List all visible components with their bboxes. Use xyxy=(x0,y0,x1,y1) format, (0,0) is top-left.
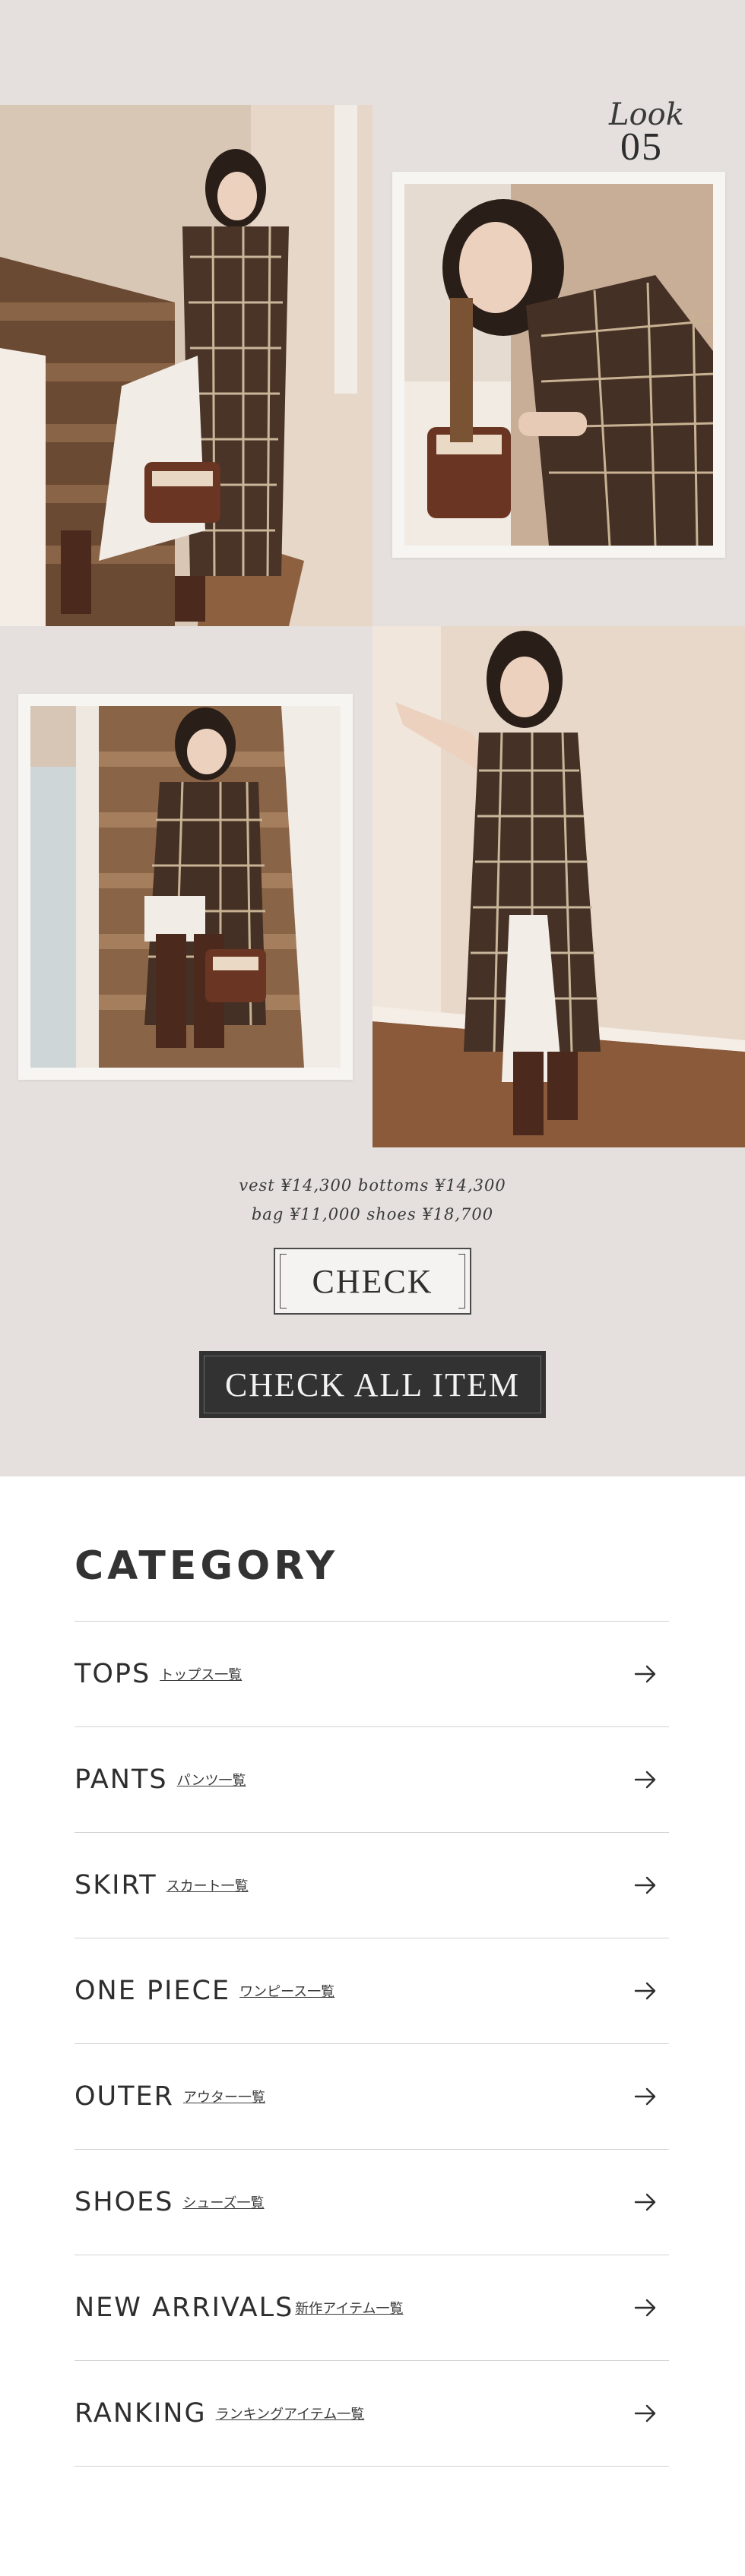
category-sub-link[interactable]: パンツ一覧 xyxy=(177,1770,246,1790)
category-item-skirt[interactable]: SKIRT スカート一覧 xyxy=(74,1833,669,1938)
arrow-right-icon xyxy=(634,2299,656,2317)
category-item-one-piece[interactable]: ONE PIECE ワンピース一覧 xyxy=(74,1938,669,2044)
category-item-shoes[interactable]: SHOES シューズ一覧 xyxy=(74,2150,669,2255)
category-sub-link[interactable]: アウター一覧 xyxy=(183,2087,265,2106)
category-title: CATEGORY xyxy=(74,1543,339,1589)
check-all-item-label: CHECK ALL ITEM xyxy=(224,1366,521,1404)
category-sub-link[interactable]: ランキングアイテム一覧 xyxy=(216,2404,365,2423)
arrow-right-icon xyxy=(634,1876,656,1894)
look-photo-framed-sitting xyxy=(18,694,353,1080)
arrow-right-icon xyxy=(634,1982,656,2000)
look-badge: Look 05 xyxy=(602,97,686,169)
arrow-right-icon xyxy=(634,2087,656,2106)
look-section: Look 05 vest ¥14,300 bottoms ¥14,300 bag… xyxy=(0,0,745,1476)
look-photo-wall-leaning xyxy=(372,626,745,1147)
category-name: RANKING xyxy=(74,2398,207,2429)
arrow-right-icon xyxy=(634,1665,656,1683)
category-name: OUTER xyxy=(74,2081,174,2112)
category-sub-link[interactable]: 新作アイテム一覧 xyxy=(295,2298,403,2318)
look-photo-stairs-standing xyxy=(0,105,372,626)
category-sub-link[interactable]: シューズ一覧 xyxy=(182,2192,264,2212)
check-button-label: CHECK xyxy=(312,1262,433,1300)
price-credits-line-1: vest ¥14,300 bottoms ¥14,300 xyxy=(239,1176,506,1195)
arrow-right-icon xyxy=(634,1771,656,1789)
category-item-tops[interactable]: TOPS トップス一覧 xyxy=(74,1622,669,1727)
category-name: SHOES xyxy=(74,2187,174,2217)
category-item-outer[interactable]: OUTER アウター一覧 xyxy=(74,2044,669,2150)
check-all-item-button[interactable]: CHECK ALL ITEM xyxy=(199,1351,546,1418)
category-sub-link[interactable]: ワンピース一覧 xyxy=(239,1981,334,2001)
category-item-new-arrivals[interactable]: NEW ARRIVALS 新作アイテム一覧 xyxy=(74,2255,669,2361)
category-name: SKIRT xyxy=(74,1870,157,1900)
category-name: ONE PIECE xyxy=(74,1976,231,2006)
category-name: NEW ARRIVALS xyxy=(74,2293,294,2323)
category-name: PANTS xyxy=(74,1764,168,1795)
category-name: TOPS xyxy=(74,1659,151,1689)
category-sub-link[interactable]: トップス一覧 xyxy=(160,1664,242,1684)
category-item-ranking[interactable]: RANKING ランキングアイテム一覧 xyxy=(74,2361,669,2467)
arrow-right-icon xyxy=(634,2193,656,2211)
price-credits-line-2: bag ¥11,000 shoes ¥18,700 xyxy=(251,1205,494,1223)
arrow-right-icon xyxy=(634,2404,656,2423)
category-list: TOPS トップス一覧 PANTS パンツ一覧 SKIRT スカート一覧 ONE… xyxy=(74,1621,669,2467)
look-number: 05 xyxy=(620,125,663,169)
category-section: CATEGORY TOPS トップス一覧 PANTS パンツ一覧 SKIRT ス… xyxy=(0,1476,745,2576)
check-button[interactable]: CHECK xyxy=(274,1248,471,1315)
category-item-pants[interactable]: PANTS パンツ一覧 xyxy=(74,1727,669,1833)
category-sub-link[interactable]: スカート一覧 xyxy=(166,1875,249,1895)
look-photo-framed-closeup xyxy=(392,172,725,558)
